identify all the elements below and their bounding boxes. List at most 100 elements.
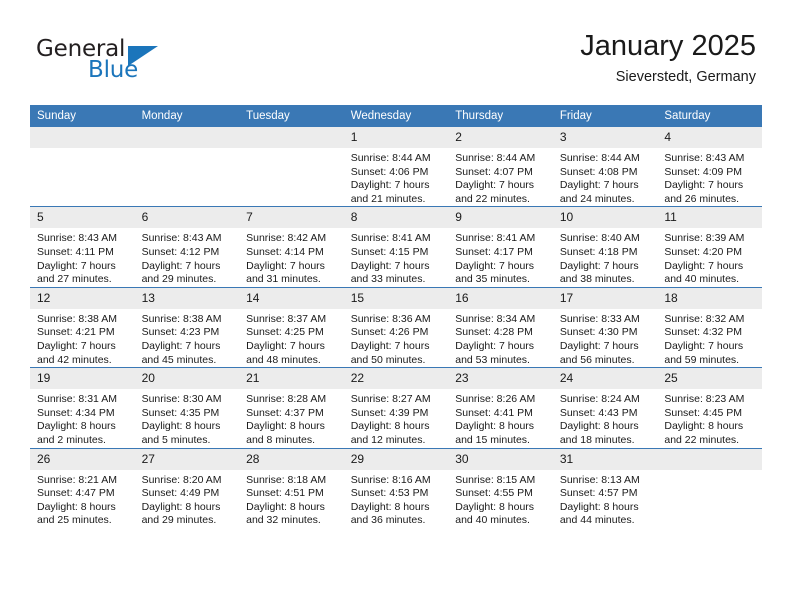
sunset-text: Sunset: 4:57 PM — [559, 487, 638, 500]
weekday-header-saturday: Saturday — [657, 105, 762, 127]
day-sun-info: Sunrise: 8:42 AM Sunset: 4:14 PM Daylight:… — [239, 228, 344, 286]
daylight-text-line1: Daylight: 8 hours — [141, 500, 221, 513]
day-sun-info: Sunrise: 8:44 AM Sunset: 4:07 PM Daylight:… — [448, 148, 553, 206]
calendar-day-cell[interactable]: 2 Sunrise: 8:44 AM Sunset: 4:07 PM Daylight… — [448, 127, 553, 207]
day-sun-info: Sunrise: 8:18 AM Sunset: 4:51 PM Daylight:… — [239, 470, 344, 528]
calendar-day-cell[interactable]: 3 Sunrise: 8:44 AM Sunset: 4:08 PM Daylight… — [552, 127, 658, 207]
sunrise-text: Sunrise: 8:38 AM — [141, 312, 222, 325]
day-number: 27 — [134, 448, 240, 470]
calendar-week-row: 19 Sunrise: 8:31 AM Sunset: 4:34 PM Dayligh… — [30, 367, 762, 448]
calendar-day-cell[interactable]: 10 Sunrise: 8:40 AM Sunset: 4:18 PM Dayligh… — [552, 206, 658, 288]
daylight-text-line2: and 29 minutes. — [141, 273, 217, 286]
calendar-day-cell[interactable]: 18 Sunrise: 8:32 AM Sunset: 4:32 PM Dayligh… — [657, 286, 762, 368]
sunrise-text: Sunrise: 8:43 AM — [664, 152, 745, 164]
calendar-day-cell[interactable]: 27 Sunrise: 8:20 AM Sunset: 4:49 PM Dayligh… — [134, 447, 240, 528]
calendar-day-cell[interactable]: 6 Sunrise: 8:43 AM Sunset: 4:12 PM Daylight… — [134, 206, 240, 288]
calendar-day-cell[interactable]: 13 Sunrise: 8:38 AM Sunset: 4:23 PM Dayligh… — [134, 286, 240, 368]
day-sun-info: Sunrise: 8:38 AM Sunset: 4:21 PM Daylight:… — [30, 309, 135, 367]
sunrise-text: Sunrise: 8:40 AM — [559, 232, 640, 245]
daylight-text-line1: Daylight: 7 hours — [559, 259, 639, 272]
day-sun-info: Sunrise: 8:36 AM Sunset: 4:26 PM Daylight:… — [344, 309, 449, 367]
daylight-text-line1: Daylight: 7 hours — [141, 339, 221, 352]
day-sun-info — [239, 148, 344, 152]
calendar-day-cell[interactable]: 1 Sunrise: 8:44 AM Sunset: 4:06 PM Daylight… — [343, 127, 449, 207]
weekday-header-tuesday: Tuesday — [239, 105, 344, 127]
daylight-text-line2: and 15 minutes. — [455, 433, 530, 446]
calendar-day-cell[interactable]: 23 Sunrise: 8:26 AM Sunset: 4:41 PM Dayligh… — [448, 367, 553, 448]
day-number: 5 — [30, 207, 135, 229]
calendar-day-cell[interactable]: 14 Sunrise: 8:37 AM Sunset: 4:25 PM Dayligh… — [239, 286, 344, 368]
calendar-day-cell[interactable]: 25 Sunrise: 8:23 AM Sunset: 4:45 PM Dayligh… — [657, 367, 762, 448]
calendar-day-cell[interactable]: 5 Sunrise: 8:43 AM Sunset: 4:11 PM Daylight… — [30, 206, 135, 288]
sunset-text: Sunset: 4:53 PM — [350, 487, 429, 500]
sunrise-text: Sunrise: 8:39 AM — [664, 232, 745, 245]
calendar-day-cell[interactable]: 15 Sunrise: 8:36 AM Sunset: 4:26 PM Dayligh… — [343, 286, 449, 368]
sunset-text: Sunset: 4:47 PM — [37, 487, 115, 500]
daylight-text-line2: and 32 minutes. — [246, 514, 321, 527]
daylight-text-line1: Daylight: 7 hours — [350, 259, 430, 272]
sunrise-text: Sunrise: 8:18 AM — [246, 473, 327, 486]
day-number: 17 — [552, 287, 658, 309]
day-sun-info: Sunrise: 8:16 AM Sunset: 4:53 PM Daylight:… — [344, 470, 449, 528]
day-sun-info: Sunrise: 8:44 AM Sunset: 4:08 PM Daylight:… — [553, 148, 658, 206]
daylight-text-line2: and 24 minutes. — [559, 192, 635, 205]
sunset-text: Sunset: 4:37 PM — [246, 406, 324, 419]
sunset-text: Sunset: 4:49 PM — [141, 487, 220, 500]
sunset-text: Sunset: 4:34 PM — [37, 406, 115, 419]
daylight-text-line2: and 48 minutes. — [246, 353, 321, 366]
calendar-day-cell[interactable]: 4 Sunrise: 8:43 AM Sunset: 4:09 PM Daylight… — [657, 127, 762, 207]
calendar-day-cell-empty — [30, 127, 135, 207]
daylight-text-line1: Daylight: 7 hours — [37, 339, 116, 352]
calendar-day-cell[interactable]: 30 Sunrise: 8:15 AM Sunset: 4:55 PM Dayligh… — [448, 447, 553, 528]
daylight-text-line2: and 12 minutes. — [350, 433, 426, 446]
day-number: 22 — [343, 368, 449, 390]
calendar-day-cell[interactable]: 7 Sunrise: 8:42 AM Sunset: 4:14 PM Daylight… — [239, 206, 344, 288]
calendar-day-cell[interactable]: 11 Sunrise: 8:39 AM Sunset: 4:20 PM Dayligh… — [657, 206, 762, 288]
calendar-day-cell[interactable]: 19 Sunrise: 8:31 AM Sunset: 4:34 PM Dayligh… — [30, 367, 135, 448]
calendar-day-cell[interactable]: 26 Sunrise: 8:21 AM Sunset: 4:47 PM Dayligh… — [30, 447, 135, 528]
day-sun-info: Sunrise: 8:23 AM Sunset: 4:45 PM Daylight:… — [657, 389, 762, 447]
day-sun-info: Sunrise: 8:40 AM Sunset: 4:18 PM Daylight:… — [553, 228, 658, 286]
calendar-day-cell[interactable]: 29 Sunrise: 8:16 AM Sunset: 4:53 PM Dayligh… — [343, 447, 449, 528]
day-number: 20 — [134, 368, 240, 390]
daylight-text-line2: and 50 minutes. — [350, 353, 426, 366]
daylight-text-line1: Daylight: 8 hours — [350, 500, 430, 513]
sunset-text: Sunset: 4:43 PM — [559, 406, 638, 419]
day-sun-info: Sunrise: 8:33 AM Sunset: 4:30 PM Daylight:… — [553, 309, 658, 367]
calendar-week-row: 1 Sunrise: 8:44 AM Sunset: 4:06 PM Daylight… — [30, 127, 762, 207]
calendar-day-cell[interactable]: 21 Sunrise: 8:28 AM Sunset: 4:37 PM Dayligh… — [239, 367, 344, 448]
sunset-text: Sunset: 4:23 PM — [141, 326, 220, 339]
sunset-text: Sunset: 4:51 PM — [246, 487, 324, 500]
daylight-text-line2: and 8 minutes. — [246, 433, 316, 446]
day-number: 9 — [448, 207, 553, 229]
calendar-day-cell[interactable]: 22 Sunrise: 8:27 AM Sunset: 4:39 PM Dayligh… — [343, 367, 449, 448]
calendar-day-cell[interactable]: 20 Sunrise: 8:30 AM Sunset: 4:35 PM Dayligh… — [134, 367, 240, 448]
daylight-text-line2: and 22 minutes. — [455, 192, 530, 205]
calendar-day-cell[interactable]: 31 Sunrise: 8:13 AM Sunset: 4:57 PM Dayligh… — [552, 447, 658, 528]
sunrise-text: Sunrise: 8:32 AM — [664, 312, 745, 325]
calendar-day-cell[interactable]: 16 Sunrise: 8:34 AM Sunset: 4:28 PM Dayligh… — [448, 286, 553, 368]
day-number: 30 — [448, 448, 553, 470]
daylight-text-line1: Daylight: 8 hours — [141, 420, 221, 433]
calendar-day-cell-empty — [657, 447, 762, 528]
daylight-text-line2: and 22 minutes. — [664, 433, 740, 446]
calendar-day-cell[interactable]: 12 Sunrise: 8:38 AM Sunset: 4:21 PM Dayligh… — [30, 286, 135, 368]
calendar-week-row: 5 Sunrise: 8:43 AM Sunset: 4:11 PM Daylight… — [30, 206, 762, 288]
calendar-day-cell[interactable]: 8 Sunrise: 8:41 AM Sunset: 4:15 PM Daylight… — [343, 206, 449, 288]
sunset-text: Sunset: 4:55 PM — [455, 487, 533, 500]
calendar-day-cell[interactable]: 17 Sunrise: 8:33 AM Sunset: 4:30 PM Dayligh… — [552, 286, 658, 368]
daylight-text-line2: and 21 minutes. — [350, 192, 426, 205]
day-sun-info: Sunrise: 8:43 AM Sunset: 4:11 PM Daylight:… — [30, 228, 135, 286]
day-number: 3 — [552, 127, 658, 148]
sunset-text: Sunset: 4:11 PM — [37, 245, 114, 258]
sunset-text: Sunset: 4:09 PM — [664, 165, 743, 178]
sunrise-text: Sunrise: 8:34 AM — [455, 312, 536, 325]
calendar-day-cell[interactable]: 28 Sunrise: 8:18 AM Sunset: 4:51 PM Dayligh… — [239, 447, 344, 528]
day-number: 7 — [239, 207, 344, 229]
calendar-day-cell[interactable]: 9 Sunrise: 8:41 AM Sunset: 4:17 PM Daylight… — [448, 206, 553, 288]
daylight-text-line2: and 59 minutes. — [664, 353, 740, 366]
day-sun-info — [657, 470, 762, 474]
calendar-day-cell[interactable]: 24 Sunrise: 8:24 AM Sunset: 4:43 PM Dayligh… — [552, 367, 658, 448]
sunrise-text: Sunrise: 8:21 AM — [37, 473, 117, 486]
sunrise-text: Sunrise: 8:44 AM — [350, 152, 431, 164]
